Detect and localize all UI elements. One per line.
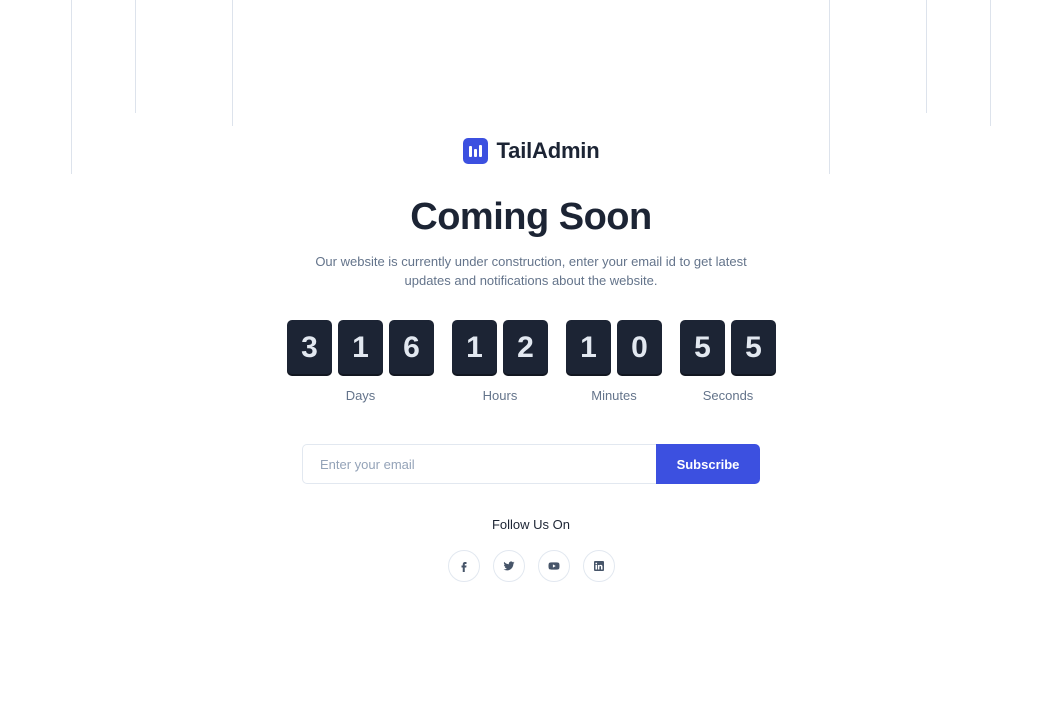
subscribe-form: Subscribe (302, 444, 760, 484)
countdown-hours: 1 2 Hours (452, 320, 548, 403)
countdown-digit: 0 (617, 320, 662, 376)
countdown-label-days: Days (345, 388, 376, 403)
facebook-icon (461, 562, 466, 572)
email-input[interactable] (302, 444, 656, 484)
decorative-line (990, 0, 991, 126)
linkedin-icon (593, 561, 604, 571)
logo-icon (462, 138, 488, 164)
countdown-digit: 6 (389, 320, 434, 376)
brand-name: TailAdmin (496, 138, 600, 163)
linkedin-link[interactable] (582, 550, 615, 582)
subscribe-button[interactable]: Subscribe (656, 444, 760, 484)
countdown-days: 3 1 6 Days (287, 320, 434, 403)
follow-heading: Follow Us On (491, 517, 571, 532)
twitter-link[interactable] (492, 550, 525, 582)
countdown-label-seconds: Seconds (702, 388, 754, 403)
countdown-seconds: 5 5 Seconds (680, 320, 776, 403)
coming-soon-page: TailAdmin Coming Soon Our website is cur… (0, 0, 1062, 720)
twitter-icon (503, 561, 514, 571)
countdown-label-minutes: Minutes (591, 388, 637, 403)
countdown-timer: 3 1 6 Days 1 2 Hours 1 0 Minutes 5 5 Sec… (0, 320, 1062, 410)
countdown-digit: 1 (566, 320, 611, 376)
countdown-digit: 5 (680, 320, 725, 376)
decorative-line (232, 0, 233, 126)
youtube-icon (548, 562, 559, 570)
countdown-digit: 1 (338, 320, 383, 376)
countdown-digit: 1 (452, 320, 497, 376)
countdown-digit: 5 (731, 320, 776, 376)
page-description: Our website is currently under construct… (315, 254, 747, 288)
countdown-minutes: 1 0 Minutes (566, 320, 662, 403)
decorative-line (926, 0, 927, 113)
decorative-line (135, 0, 136, 113)
facebook-link[interactable] (447, 550, 480, 582)
social-links (0, 550, 1062, 582)
countdown-digit: 2 (503, 320, 548, 376)
page-title: Coming Soon (410, 196, 652, 238)
countdown-label-hours: Hours (482, 388, 518, 403)
countdown-digit: 3 (287, 320, 332, 376)
brand-logo[interactable]: TailAdmin (0, 138, 1062, 164)
youtube-link[interactable] (537, 550, 570, 582)
